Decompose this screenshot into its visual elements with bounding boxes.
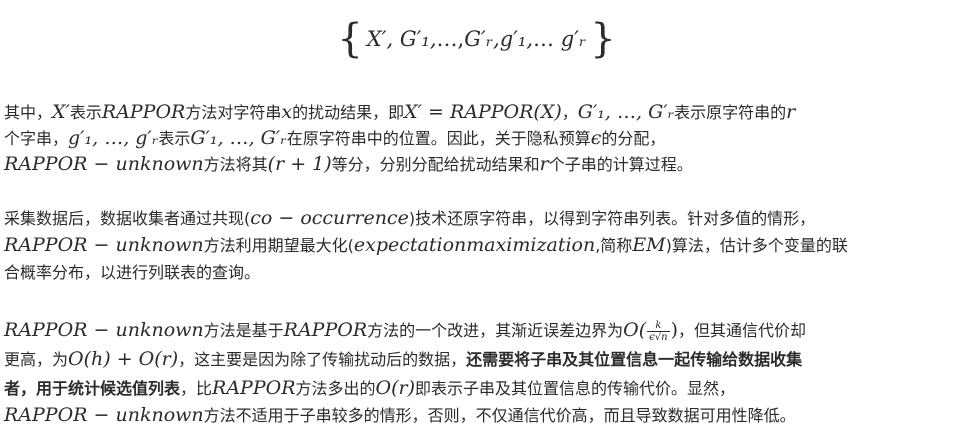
math: ϵ: [590, 127, 602, 149]
math: RAPPOR − unknown: [4, 234, 204, 256]
text: 更高，为: [4, 350, 69, 369]
fraction: k ϵ√n: [647, 320, 670, 343]
text: )算法，估计多个变量的联: [665, 236, 848, 255]
math: O(h) + O(r): [68, 348, 179, 370]
formula-ellipsis: …,: [436, 27, 465, 51]
bold-text: 还需要将子串及其位置信息一起传输给数据收集: [466, 350, 803, 369]
math: ): [670, 319, 678, 341]
math: RAPPOR − unknown: [4, 319, 204, 341]
p2-line-1: 采集数据后，数据收集者通过共现(co − occurrence)技术还原字符串，…: [4, 205, 950, 231]
text: 采集数据后，数据收集者通过共现(: [4, 209, 251, 228]
math: r: [786, 101, 796, 123]
text: 其中，: [4, 103, 53, 122]
text: 合概率分布，以进行列联表的查询。: [4, 263, 261, 282]
math: X′: [52, 101, 70, 123]
text: 个子串的计算过程。: [548, 155, 693, 174]
text: )技术还原字符串，以得到字符串列表。针对多值的情形，: [408, 209, 816, 228]
text: ，: [561, 103, 578, 122]
p3-line-2: 更高，为O(h) + O(r)，这主要是因为除了传输扰动后的数据，还需要将子串及…: [4, 345, 950, 374]
math: O(: [623, 319, 647, 341]
text: 等分，分别分配给扰动结果和: [331, 155, 540, 174]
formula-gr: G′ᵣ,: [464, 27, 500, 51]
fraction-numerator: k: [647, 320, 670, 332]
formula-g1: G′₁,: [399, 27, 437, 51]
formula-small-gr: g′ᵣ: [560, 27, 587, 51]
text: 在原字符串中的位置。因此，关于隐私预算: [286, 129, 591, 148]
text: 的分配，: [601, 129, 666, 148]
p1-line-1: 其中，X′表示RAPPOR方法对字符串x的扰动结果，即X′ = RAPPOR(X…: [4, 99, 950, 125]
text: 的扰动结果，即: [292, 103, 405, 122]
right-brace: }: [590, 16, 616, 62]
fraction-denominator: ϵ√n: [649, 332, 668, 343]
text: 方法对字符串: [185, 103, 282, 122]
math: RAPPOR − unknown: [4, 404, 204, 426]
p3-line-4: RAPPOR − unknown方法不适用于子串较多的情形，否则，不仅通信代价高…: [4, 402, 950, 428]
paragraph-2: 采集数据后，数据收集者通过共现(co − occurrence)技术还原字符串，…: [4, 205, 950, 286]
math: (r + 1): [267, 153, 332, 175]
math: G′₁, …, G′ᵣ: [190, 127, 287, 149]
math: EM: [632, 234, 666, 256]
text: 方法多出的: [295, 379, 376, 398]
formula-small-ellipsis: …: [533, 27, 555, 51]
text: ，但其通信代价却: [678, 321, 807, 340]
text: 方法利用期望最大化(: [203, 236, 354, 255]
math: r: [539, 153, 549, 175]
text: ，比: [180, 379, 213, 398]
text: 表示原字符串的: [674, 103, 787, 122]
paragraph-1: 其中，X′表示RAPPOR方法对字符串x的扰动结果，即X′ = RAPPOR(X…: [4, 99, 950, 177]
text: 个字串，: [4, 129, 69, 148]
p3-line-3: 者，用于统计候选值列表，比RAPPOR方法多出的O(r)即表示子串及其位置信息的…: [4, 374, 950, 402]
formula-small-g1: g′₁,: [499, 27, 534, 51]
text: ,简称: [595, 236, 633, 255]
text: 方法不适用于子串较多的情形，否则，不仅通信代价高，而且导致数据可用性降低。: [203, 406, 796, 425]
set-formula: { X′, G′₁, …, G′ᵣ, g′₁, … g′ᵣ }: [0, 8, 953, 70]
math: expectationmaximization: [353, 234, 596, 256]
text: 方法的一个改进，其渐近误差边界为: [367, 321, 624, 340]
paragraph-3: RAPPOR − unknown方法是基于RAPPOR方法的一个改进，其渐近误差…: [4, 315, 950, 428]
math: g′₁, …, g′ᵣ: [68, 127, 159, 149]
math: co − occurrence: [250, 207, 409, 229]
math: RAPPOR − unknown: [4, 153, 204, 175]
p2-line-2: RAPPOR − unknown方法利用期望最大化(expectationmax…: [4, 231, 950, 260]
p1-line-3: RAPPOR − unknown方法将其(r + 1)等分，分别分配给扰动结果和…: [4, 151, 950, 177]
math: G′₁, …, G′ᵣ: [577, 101, 675, 123]
p2-line-3: 合概率分布，以进行列联表的查询。: [4, 260, 950, 286]
text: 方法是基于: [203, 321, 284, 340]
math: RAPPOR: [283, 319, 368, 341]
text: 表示: [158, 129, 191, 148]
p1-line-2: 个字串，g′₁, …, g′ᵣ表示G′₁, …, G′ᵣ在原字符串中的位置。因此…: [4, 125, 950, 151]
math: O(r): [375, 377, 416, 399]
p3-line-1: RAPPOR − unknown方法是基于RAPPOR方法的一个改进，其渐近误差…: [4, 315, 950, 345]
math: RAPPOR: [101, 101, 186, 123]
text: 方法将其: [203, 155, 268, 174]
left-brace: {: [337, 16, 363, 62]
formula-x-prime: X′,: [366, 27, 394, 51]
math: RAPPOR: [212, 377, 296, 399]
text: ，这主要是因为除了传输扰动后的数据，: [178, 350, 467, 369]
math: x: [281, 101, 293, 123]
text: 表示: [69, 103, 102, 122]
bold-text: 者，用于统计候选值列表: [4, 379, 181, 398]
text: 即表示子串及其位置信息的传输代价。显然，: [415, 379, 736, 398]
math: X′ = RAPPOR(X): [404, 101, 562, 123]
